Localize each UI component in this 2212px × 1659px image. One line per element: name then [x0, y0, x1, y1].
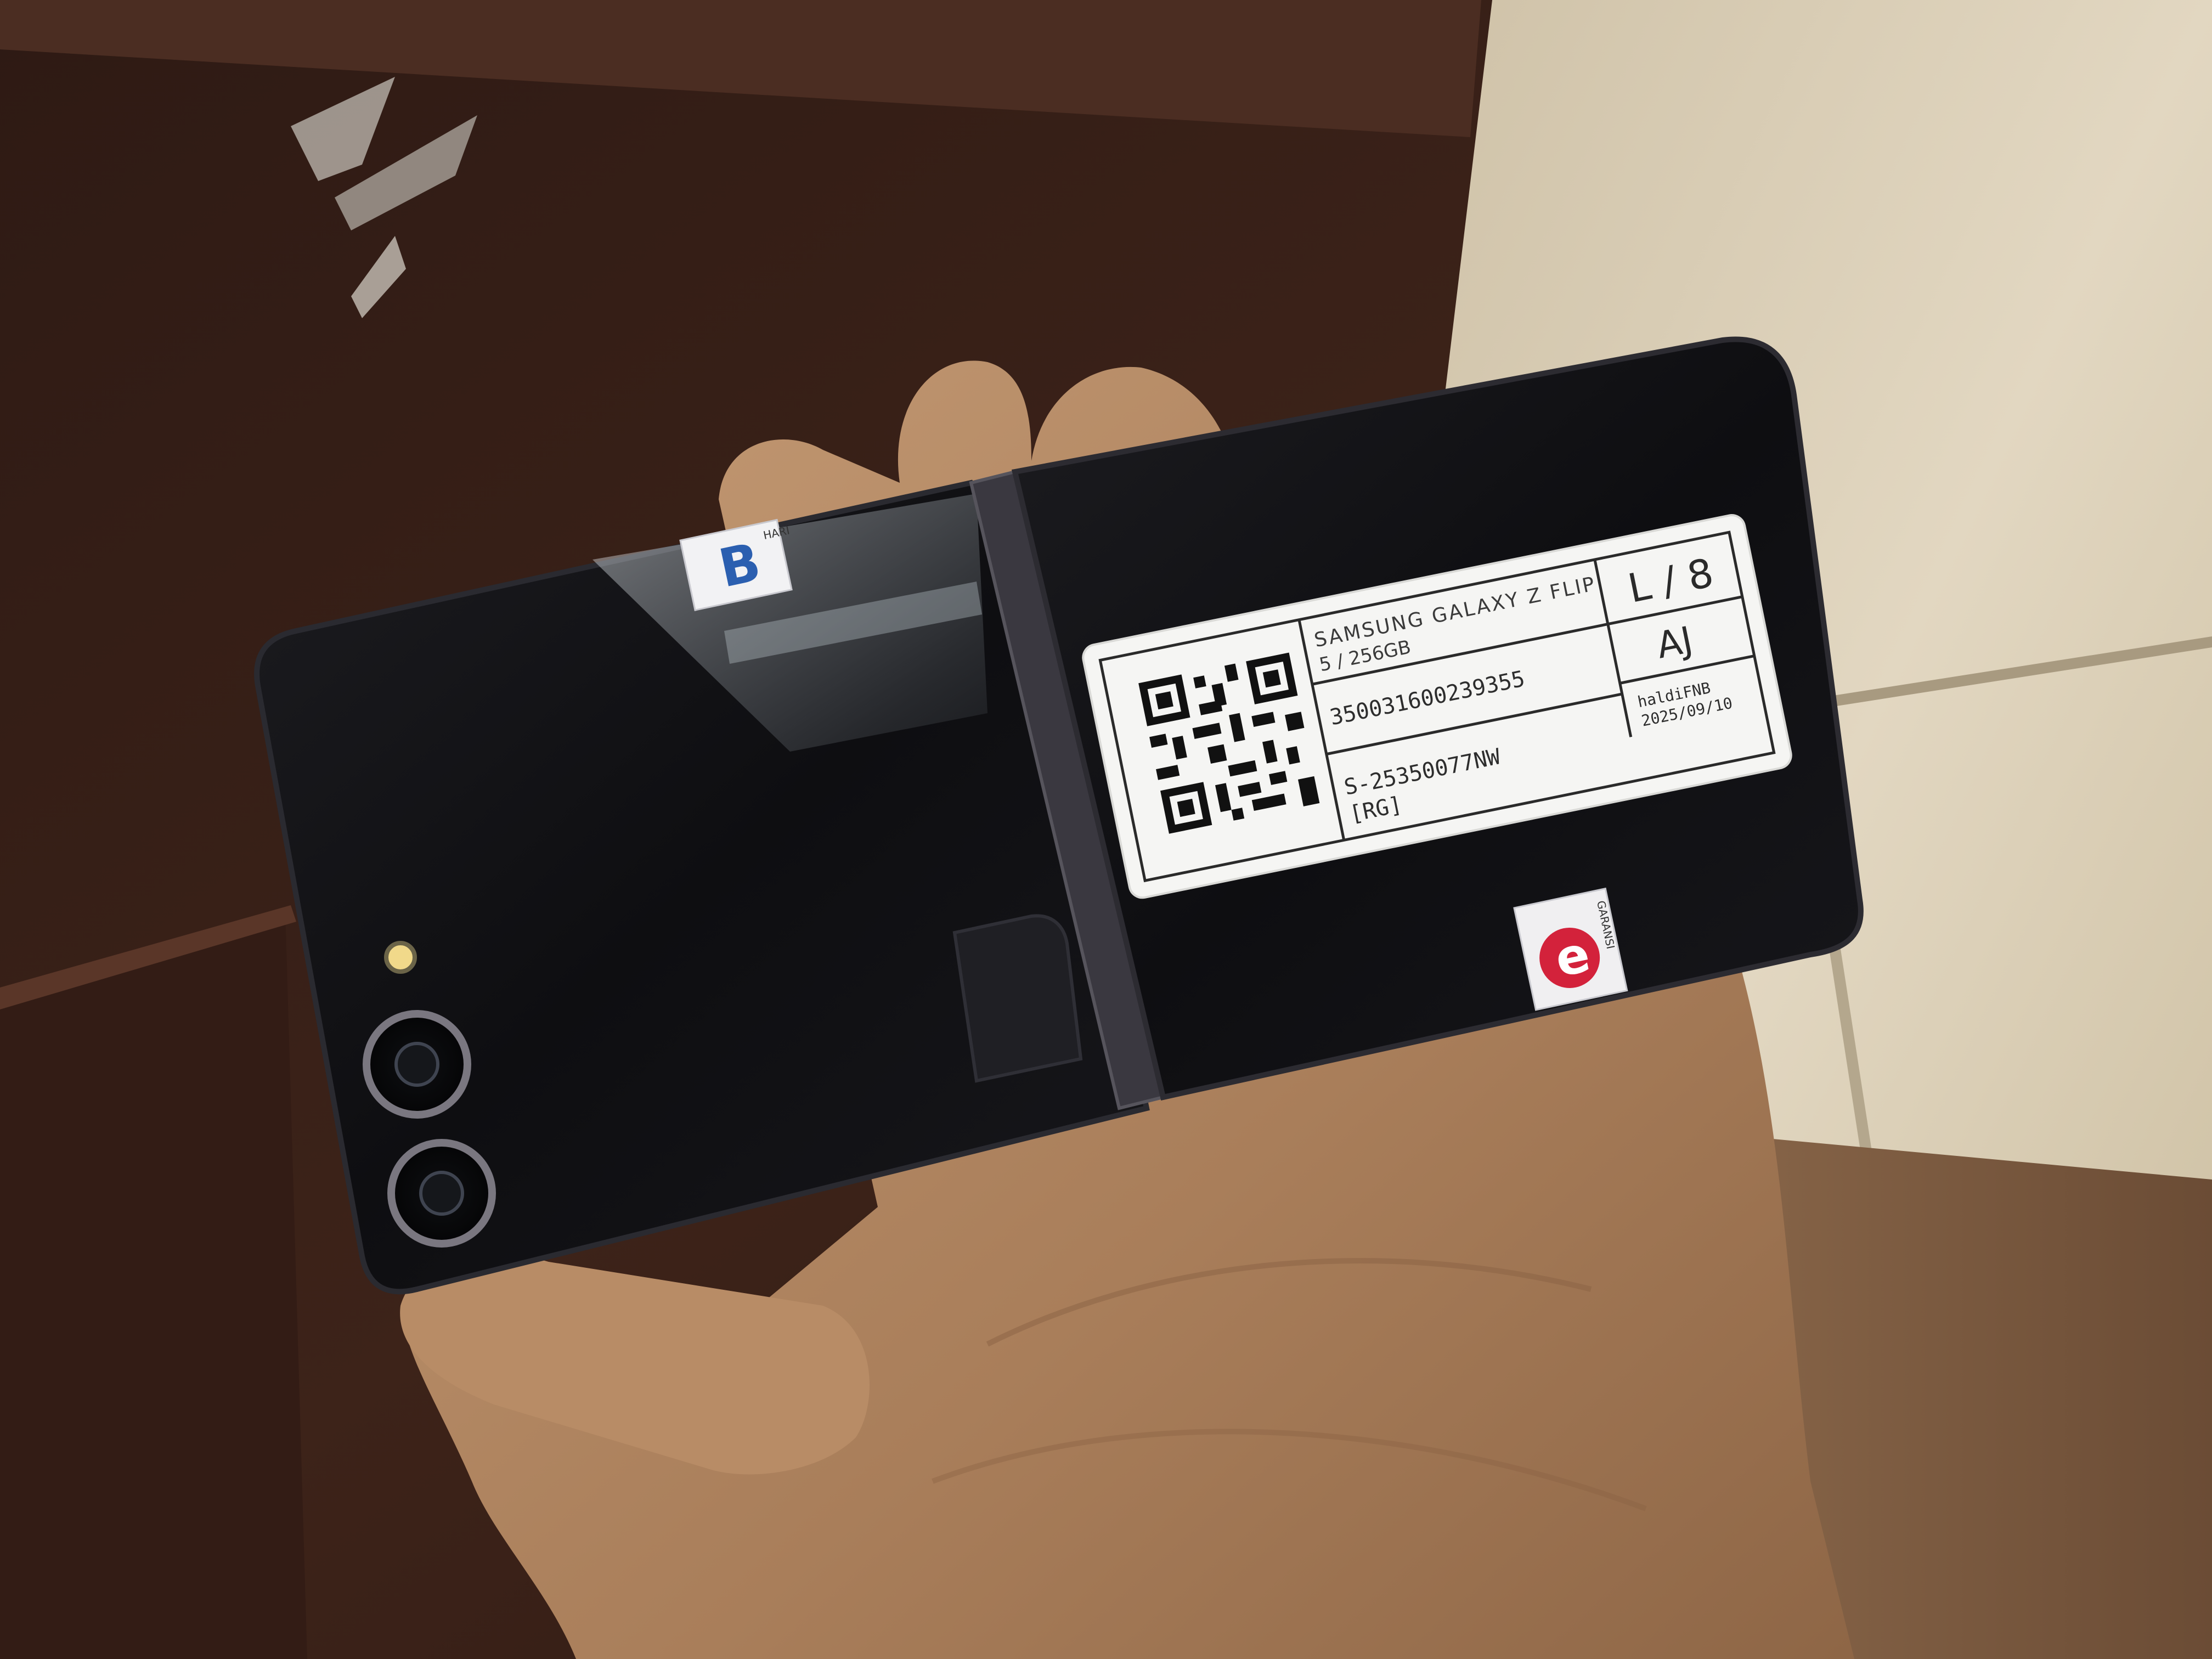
- photo-scene: B HARI e GARANSI SAMSUNG GALAXY Z FLIP 5…: [0, 0, 2212, 1659]
- wood-panel-line: [0, 911, 307, 1659]
- camera-lens-inner: [419, 1171, 464, 1216]
- qr-code: [1138, 652, 1320, 834]
- camera-lens-inner: [394, 1042, 439, 1087]
- cover-screen-reflection: [952, 914, 1083, 1083]
- flash-icon: [384, 941, 417, 974]
